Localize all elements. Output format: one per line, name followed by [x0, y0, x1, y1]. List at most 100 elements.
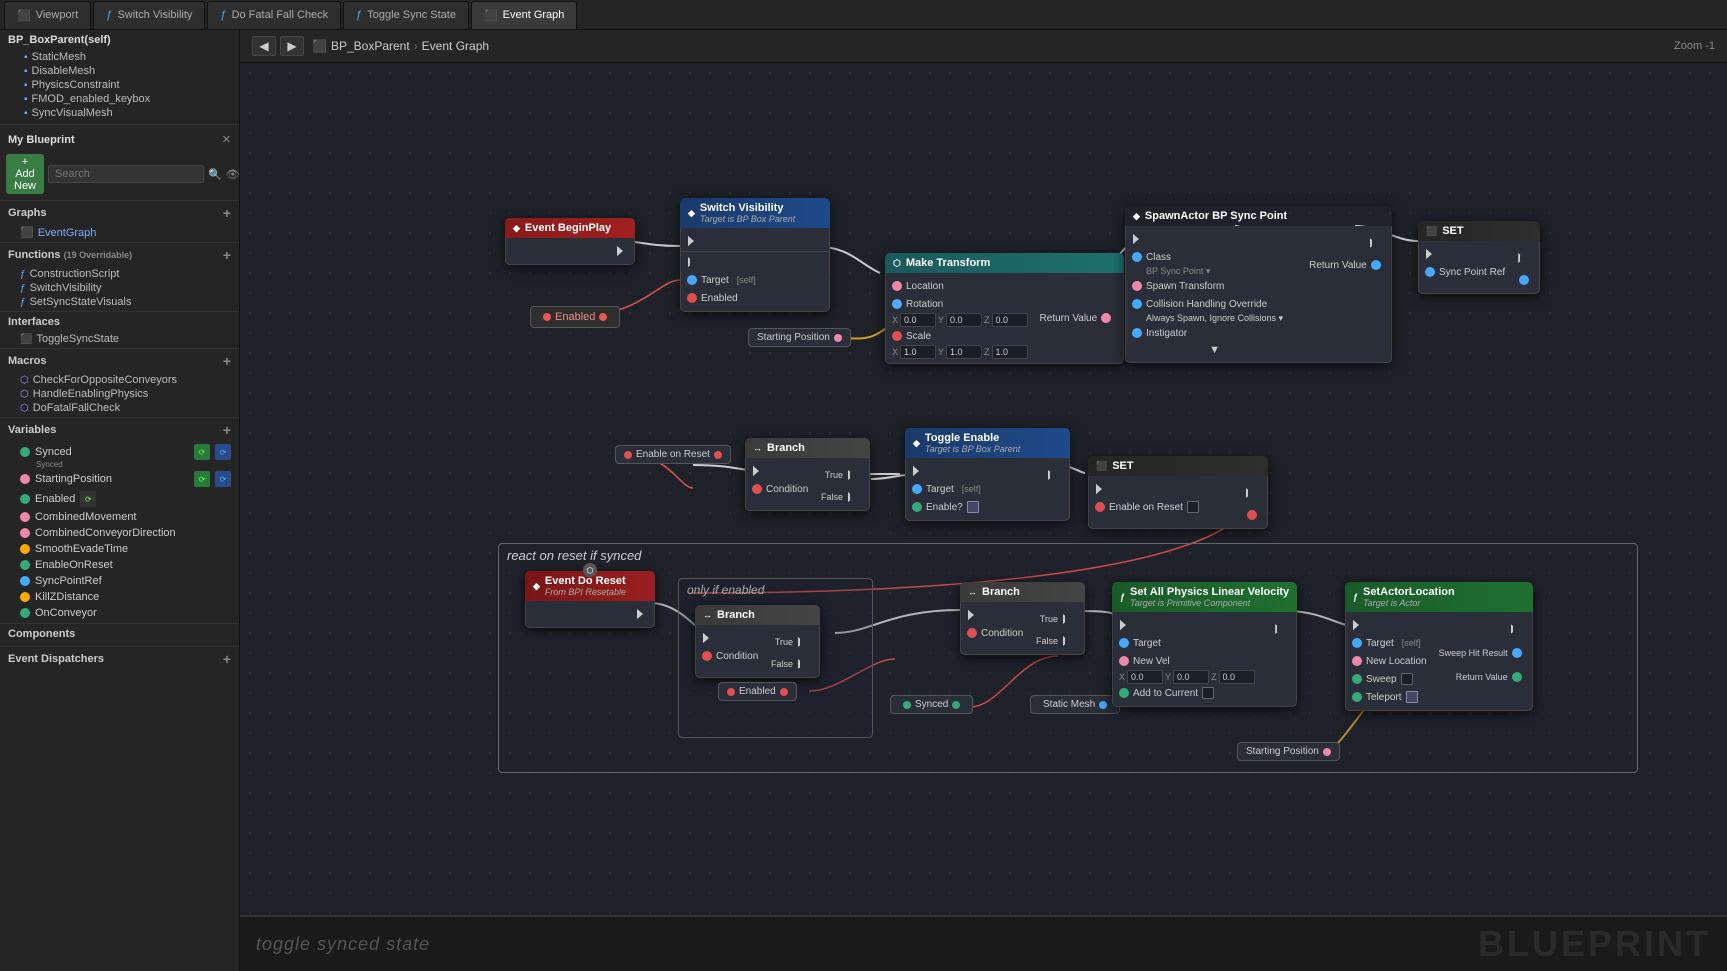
add-new-button[interactable]: + Add New [6, 154, 44, 194]
var-enableonreset[interactable]: EnableOnReset [0, 557, 239, 573]
exec-in-icon [1353, 620, 1363, 630]
section-macros[interactable]: Macros+ [0, 348, 239, 373]
var-combinedconveyor[interactable]: CombinedConveyorDirection [0, 525, 239, 541]
var-killzdistance[interactable]: KillZDistance [0, 589, 239, 605]
sidebar-iface-togglesync[interactable]: ⬛ToggleSyncState [0, 332, 239, 346]
exec-true-icon [848, 470, 858, 480]
bottom-bar: toggle synced state BLUEPRINT [240, 915, 1727, 971]
node-enable-on-reset[interactable]: Enable on Reset [615, 445, 731, 464]
pin-instigator: Instigator [1126, 324, 1303, 342]
vel-z-field[interactable] [1219, 670, 1255, 684]
tab-viewport[interactable]: ⬛ Viewport [4, 1, 91, 29]
node-branch-bottom-left[interactable]: ↔ Branch Condition [695, 605, 820, 678]
node-enabled[interactable]: Enabled [530, 306, 620, 328]
sidebar-item-syncvisualmesh[interactable]: ▪SyncVisualMesh [16, 106, 239, 120]
sidebar-macro-handle[interactable]: ⬡HandleEnablingPhysics [0, 387, 239, 401]
close-my-blueprint[interactable]: ✕ [222, 133, 231, 146]
node-starting-position[interactable]: Starting Position [748, 328, 851, 347]
expand-button[interactable]: ▼ [1126, 342, 1303, 358]
node-event-do-reset[interactable]: ⬡ ◆ Event Do Reset From BPI Resetable [525, 571, 655, 628]
enable-reset-checkbox[interactable] [1187, 501, 1199, 513]
var-synced[interactable]: Synced ⟳ ⟳ [0, 442, 239, 462]
eye-icon[interactable]: 👁 [226, 168, 240, 181]
nav-forward-button[interactable]: ▶ [280, 36, 304, 56]
tab-toggle-sync[interactable]: ƒ Toggle Sync State [343, 1, 469, 29]
return-pin [1247, 510, 1257, 520]
section-components[interactable]: Components [0, 623, 239, 644]
node-branch-top[interactable]: ↔ Branch Condition [745, 438, 870, 511]
var-startingposition[interactable]: StartingPosition ⟳ ⟳ [0, 469, 239, 489]
pin-sweep: Sweep [1346, 670, 1433, 688]
vel-y-field[interactable] [1173, 670, 1209, 684]
sidebar-item-physicsconstraint[interactable]: ▪PhysicsConstraint [16, 78, 239, 92]
node-synced[interactable]: Synced [890, 695, 973, 714]
starting-pos-pin [834, 334, 842, 342]
section-event-dispatchers[interactable]: Event Dispatchers+ [0, 646, 239, 671]
node-spawn-actor[interactable]: ◆ SpawnActor BP Sync Point [1125, 206, 1392, 363]
node-set-middle[interactable]: ⬛ SET Enable on Reset [1088, 456, 1268, 529]
node-enabled2[interactable]: Enabled [718, 682, 797, 701]
blueprint-canvas[interactable]: ◆ Event BeginPlay Enabled [240, 63, 1727, 915]
condition3-pin [967, 628, 977, 638]
nav-back-button[interactable]: ◀ [252, 36, 276, 56]
sidebar-macro-dofatal[interactable]: ⬡DoFatalFallCheck [0, 401, 239, 415]
scale-y-field[interactable] [946, 345, 982, 359]
sidebar-func-setsync[interactable]: ƒSetSyncStateVisuals [0, 295, 239, 309]
tab-do-fatal-fall[interactable]: ƒ Do Fatal Fall Check [207, 1, 341, 29]
node-branch-bottom-mid[interactable]: ↔ Branch Condition [960, 582, 1085, 655]
var-smoothevade[interactable]: SmoothEvadeTime [0, 541, 239, 557]
node-set-actor-location[interactable]: ƒ SetActorLocation Target is Actor [1345, 582, 1533, 711]
search-icon[interactable]: 🔍 [208, 168, 222, 181]
node-static-mesh[interactable]: Static Mesh [1030, 695, 1120, 714]
enable-checkbox[interactable] [967, 501, 979, 513]
sweep-checkbox[interactable] [1401, 673, 1413, 685]
pin-class: Class [1126, 248, 1303, 266]
location-pin [892, 281, 902, 291]
node-set-top[interactable]: ⬛ SET Sync Point Ref [1418, 221, 1540, 294]
sidebar-item-staticmesh[interactable]: ▪StaticMesh [16, 50, 239, 64]
search-input[interactable] [48, 165, 204, 183]
pin-toggle-target: Target [self] [906, 480, 1041, 498]
node-event-beginplay[interactable]: ◆ Event BeginPlay [505, 218, 635, 265]
rot-x-field[interactable] [900, 313, 936, 327]
sidebar-func-switchvis[interactable]: ƒSwitchVisibility [0, 281, 239, 295]
sidebar-item-fmod[interactable]: ▪FMOD_enabled_keybox [16, 92, 239, 106]
sidebar-item-eventgraph[interactable]: ⬛EventGraph [0, 225, 239, 240]
instigator-pin [1132, 328, 1142, 338]
scale-x-field[interactable] [900, 345, 936, 359]
breakpoint-icon: ⬡ [583, 563, 597, 577]
node-set-physics[interactable]: ƒ Set All Physics Linear Velocity Target… [1112, 582, 1297, 707]
sidebar-func-construction[interactable]: ƒConstructionScript [0, 267, 239, 281]
node-toggle-enable[interactable]: ◆ Toggle Enable Target is BP Box Parent [905, 428, 1070, 521]
sidebar-macro-check[interactable]: ⬡CheckForOppositeConveyors [0, 373, 239, 387]
breadcrumb: ⬛ BP_BoxParent › Event Graph [312, 39, 489, 53]
section-interfaces[interactable]: Interfaces [0, 311, 239, 332]
sidebar: BP_BoxParent(self) ▪StaticMesh ▪DisableM… [0, 30, 240, 971]
vel-x-field[interactable] [1127, 670, 1163, 684]
pin-return-value: Return Value [1034, 309, 1118, 327]
main-area: BP_BoxParent(self) ▪StaticMesh ▪DisableM… [0, 30, 1727, 971]
teleport-checkbox[interactable] [1406, 691, 1418, 703]
rot-y-field[interactable] [946, 313, 982, 327]
pin-set2-exec-out [1239, 484, 1263, 502]
rot-z-field[interactable] [992, 313, 1028, 327]
synced-out-pin [952, 701, 960, 709]
section-functions[interactable]: Functions (19 Overridable)+ [0, 242, 239, 267]
tab-switch-visibility[interactable]: ƒ Switch Visibility [93, 1, 205, 29]
add-current-checkbox[interactable] [1202, 687, 1214, 699]
section-variables[interactable]: Variables+ [0, 417, 239, 442]
var-onconveyor[interactable]: OnConveyor [0, 605, 239, 621]
var-enabled[interactable]: Enabled ⟳ [0, 489, 239, 509]
node-starting-position2[interactable]: Starting Position [1237, 742, 1340, 761]
node-switch-visibility[interactable]: ◆ Switch Visibility Target is BP Box Par… [680, 198, 830, 312]
var-combinedmovement[interactable]: CombinedMovement [0, 509, 239, 525]
pin-condition: Condition [746, 480, 815, 498]
var-syncpointref[interactable]: SyncPointRef [0, 573, 239, 589]
sidebar-item-disablemesh[interactable]: ▪DisableMesh [16, 64, 239, 78]
scale-z-field[interactable] [992, 345, 1028, 359]
exec-out-icon [1275, 624, 1285, 634]
tab-event-graph[interactable]: ⬛ Event Graph [471, 1, 577, 29]
node-make-transform[interactable]: ⬡ Make Transform Location [885, 253, 1124, 364]
section-graphs[interactable]: Graphs+ [0, 200, 239, 225]
node-header-actor-location: ƒ SetActorLocation Target is Actor [1345, 582, 1533, 612]
